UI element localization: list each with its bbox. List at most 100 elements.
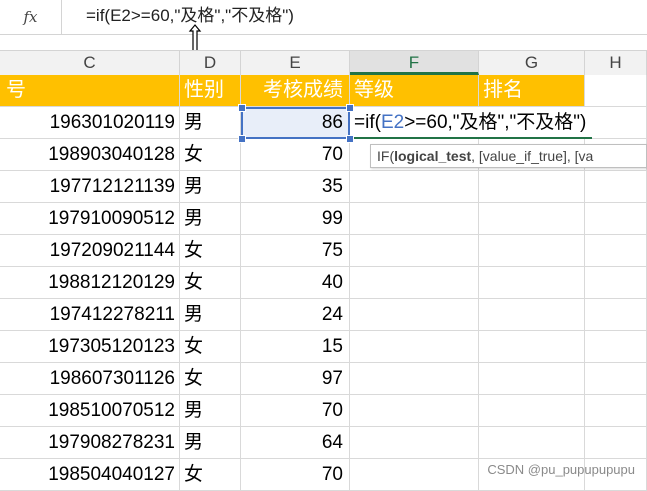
rank-cell[interactable] [479,331,585,363]
sex-cell[interactable]: 女 [180,459,241,491]
cell[interactable] [585,395,647,427]
cell[interactable] [585,267,647,299]
id-cell[interactable]: 198812120129 [0,267,180,299]
formula-prefix: =if( [354,112,381,133]
sex-cell[interactable]: 男 [180,203,241,235]
score-cell[interactable]: 75 [241,235,350,267]
table-row: 197910090512 男 99 [0,203,647,235]
score-cell[interactable]: 70 [241,395,350,427]
id-cell[interactable]: 197209021144 [0,235,180,267]
grade-cell[interactable] [350,331,479,363]
selection-handle[interactable] [238,104,246,112]
sex-cell[interactable]: 女 [180,267,241,299]
column-header-f[interactable]: F [350,51,479,75]
cell[interactable] [585,331,647,363]
column-header-g[interactable]: G [479,51,585,75]
tooltip-function: IF( [377,148,395,164]
id-cell[interactable]: 198510070512 [0,395,180,427]
header-cell-rank[interactable]: 排名 [479,75,585,107]
sex-cell[interactable]: 男 [180,299,241,331]
id-cell[interactable]: 197305120123 [0,331,180,363]
score-cell[interactable]: 86 [241,107,350,139]
header-cell-score[interactable]: 考核成绩 [241,75,350,107]
grade-cell[interactable] [350,171,479,203]
cell[interactable] [585,363,647,395]
table-row: 197712121139 男 35 [0,171,647,203]
selection-handle[interactable] [346,104,354,112]
score-cell[interactable]: 15 [241,331,350,363]
score-cell[interactable]: 35 [241,171,350,203]
column-header-d[interactable]: D [180,51,241,75]
table-row: 198812120129 女 40 [0,267,647,299]
header-cell-grade[interactable]: 等级 [350,75,479,107]
id-cell[interactable]: 198903040128 [0,139,180,171]
editing-cell[interactable]: =if(E2>=60,"及格","不及格") [350,107,593,139]
selection-handle[interactable] [238,135,246,143]
score-cell[interactable]: 40 [241,267,350,299]
id-cell[interactable]: 197910090512 [0,203,180,235]
tooltip-rest: , [value_if_true], [va [471,148,594,164]
table-row: 197209021144 女 75 [0,235,647,267]
score-cell[interactable]: 97 [241,363,350,395]
cell[interactable] [585,299,647,331]
fx-icon[interactable]: fx [0,0,62,34]
rank-cell[interactable] [479,299,585,331]
rank-cell[interactable] [479,235,585,267]
grade-cell[interactable] [350,459,479,491]
id-cell[interactable]: 196301020119 [0,107,180,139]
formula-reference: E2 [380,112,405,133]
sex-cell[interactable]: 女 [180,235,241,267]
table-row: 197305120123 女 15 [0,331,647,363]
id-cell[interactable]: 198504040127 [0,459,180,491]
rank-cell[interactable] [479,267,585,299]
score-cell[interactable]: 64 [241,427,350,459]
cell[interactable] [585,235,647,267]
grade-cell[interactable] [350,235,479,267]
rank-cell[interactable] [479,363,585,395]
grade-cell[interactable] [350,267,479,299]
sex-cell[interactable]: 男 [180,427,241,459]
rank-cell[interactable] [479,203,585,235]
header-cell-sex[interactable]: 性别 [180,75,241,107]
column-header-c[interactable]: C [0,51,180,75]
table-row: 197412278211 男 24 [0,299,647,331]
id-cell[interactable]: 197712121139 [0,171,180,203]
table-row: 198510070512 男 70 [0,395,647,427]
sex-cell[interactable]: 女 [180,139,241,171]
cell[interactable] [585,427,647,459]
spreadsheet-grid: 号 性别 考核成绩 等级 排名 196301020119 男 86 198903040… [0,75,647,491]
tooltip-current-arg: logical_test [394,148,472,164]
watermark: CSDN @pu_pupupupupu [487,462,635,477]
id-cell[interactable]: 198607301126 [0,363,180,395]
sex-cell[interactable]: 男 [180,395,241,427]
sex-cell[interactable]: 男 [180,107,241,139]
grade-cell[interactable] [350,363,479,395]
grade-cell[interactable] [350,203,479,235]
rank-cell[interactable] [479,427,585,459]
rank-cell[interactable] [479,395,585,427]
score-cell[interactable]: 24 [241,299,350,331]
cell[interactable] [585,107,647,139]
id-cell[interactable]: 197908278231 [0,427,180,459]
rank-cell[interactable] [479,171,585,203]
grade-cell[interactable] [350,427,479,459]
score-cell[interactable]: 99 [241,203,350,235]
score-cell[interactable]: 70 [241,459,350,491]
selection-handle[interactable] [346,135,354,143]
column-header-h[interactable]: H [585,51,647,75]
sex-cell[interactable]: 女 [180,331,241,363]
grade-cell[interactable] [350,299,479,331]
score-cell[interactable]: 70 [241,139,350,171]
function-tooltip[interactable]: IF(logical_test, [value_if_true], [va [370,144,647,168]
id-cell[interactable]: 197412278211 [0,299,180,331]
cell[interactable] [585,203,647,235]
cell[interactable] [585,171,647,203]
header-cell-id[interactable]: 号 [0,75,180,107]
cell[interactable] [585,75,647,107]
sex-cell[interactable]: 女 [180,363,241,395]
column-header-e[interactable]: E [241,51,350,75]
grade-cell[interactable] [350,395,479,427]
formula-suffix: >=60,"及格","不及格") [404,112,587,133]
formula-bar: fx =if(E2>=60,"及格","不及格") [0,0,647,35]
sex-cell[interactable]: 男 [180,171,241,203]
